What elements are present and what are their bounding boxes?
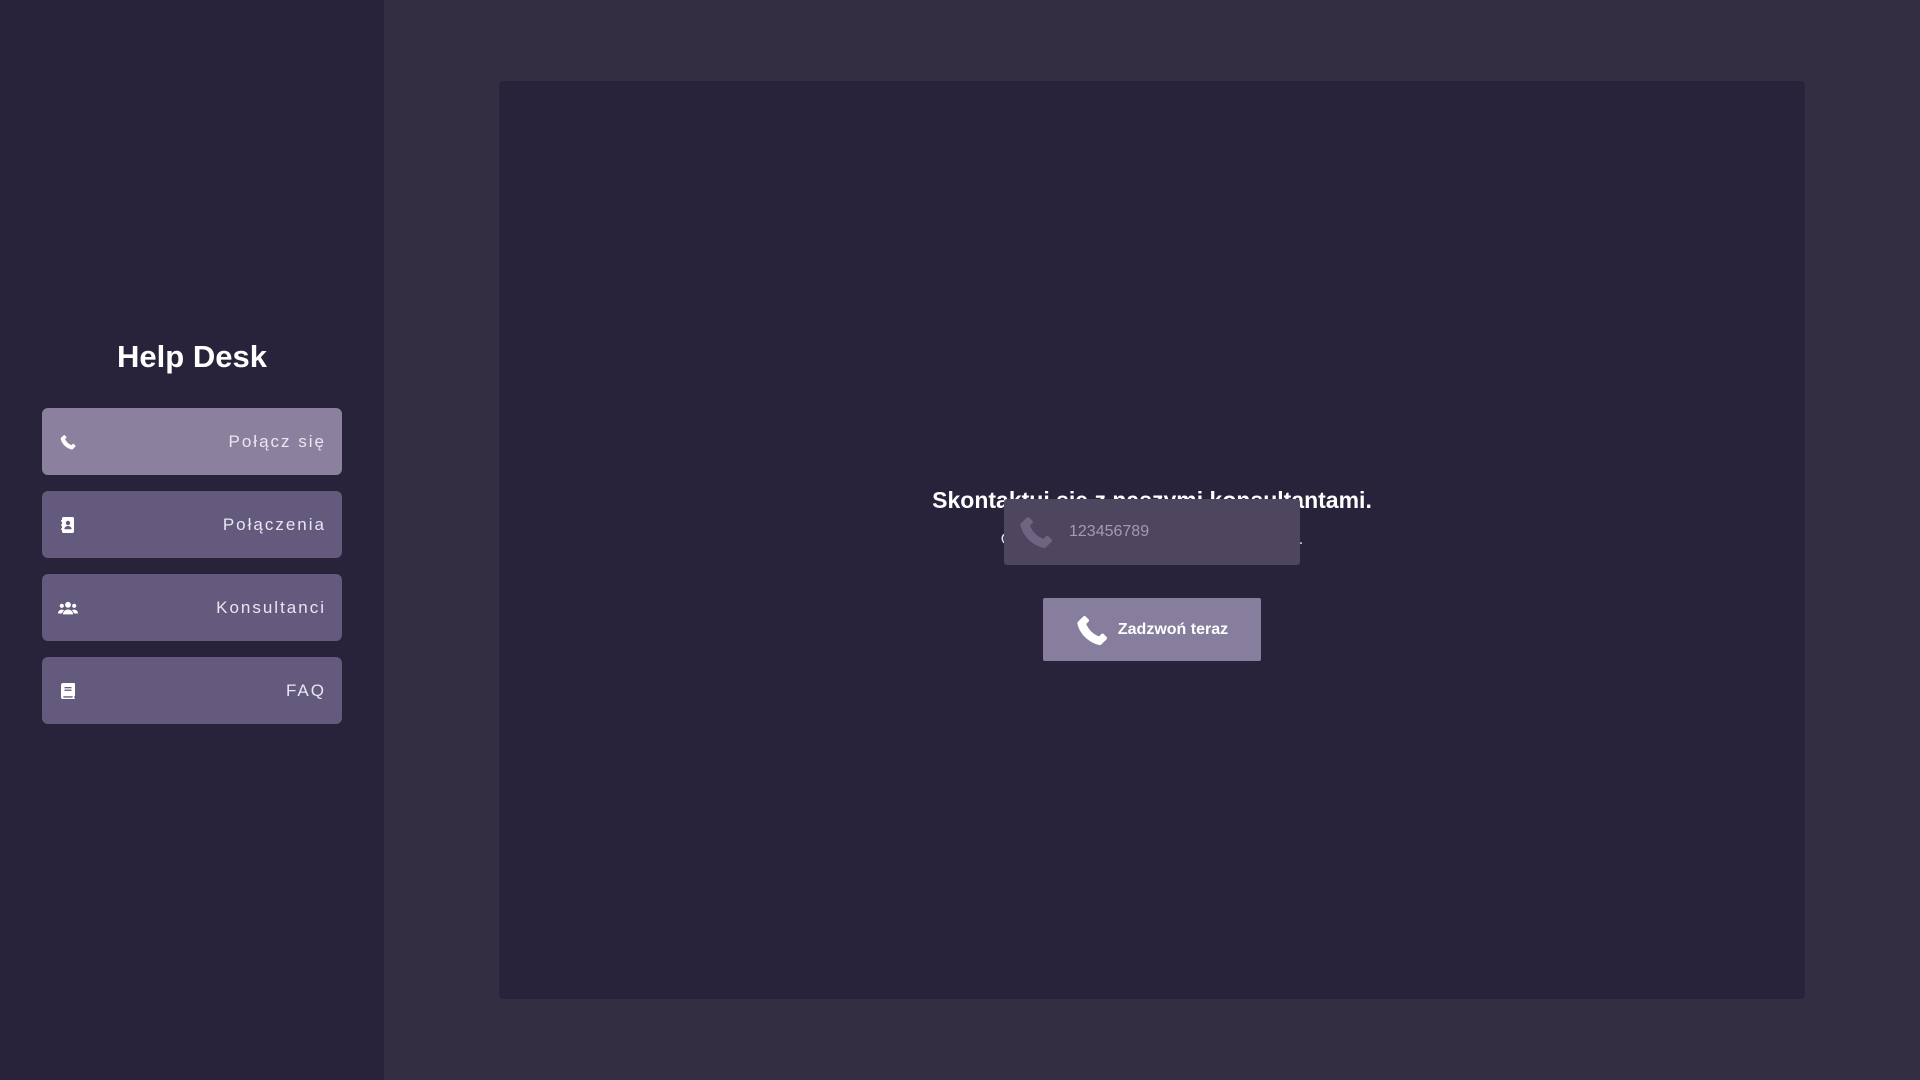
call-now-label: Zadzwoń teraz	[1117, 620, 1229, 638]
phone-icon	[1019, 515, 1053, 549]
sidebar-item-label: Konsultanci	[216, 597, 326, 617]
sidebar-item-label: FAQ	[285, 680, 326, 700]
book-icon	[58, 681, 78, 701]
sidebar: Help Desk Połącz się Połączenia Konsulta…	[0, 0, 384, 1080]
call-now-button[interactable]: Zadzwoń teraz	[1043, 598, 1261, 661]
sidebar-item-label: Połącz się	[228, 431, 326, 451]
phone-icon	[1076, 614, 1108, 646]
sidebar-item-faq[interactable]: FAQ	[42, 657, 342, 724]
address-book-icon	[58, 515, 78, 535]
sidebar-item-calls[interactable]: Połączenia	[42, 491, 342, 558]
app-title: Help Desk	[117, 339, 267, 374]
users-icon	[58, 598, 78, 618]
main-panel: Skontaktuj się z naszymi konsultantami. …	[499, 81, 1805, 999]
sidebar-nav: Połącz się Połączenia Konsultanci FAQ	[42, 408, 342, 740]
sidebar-item-connect[interactable]: Połącz się	[42, 408, 342, 475]
phone-number-input[interactable]	[1067, 522, 1271, 542]
phone-icon	[58, 432, 78, 452]
sidebar-item-label: Połączenia	[222, 514, 326, 534]
phone-input-field[interactable]	[1004, 499, 1300, 565]
sidebar-item-consultants[interactable]: Konsultanci	[42, 574, 342, 641]
